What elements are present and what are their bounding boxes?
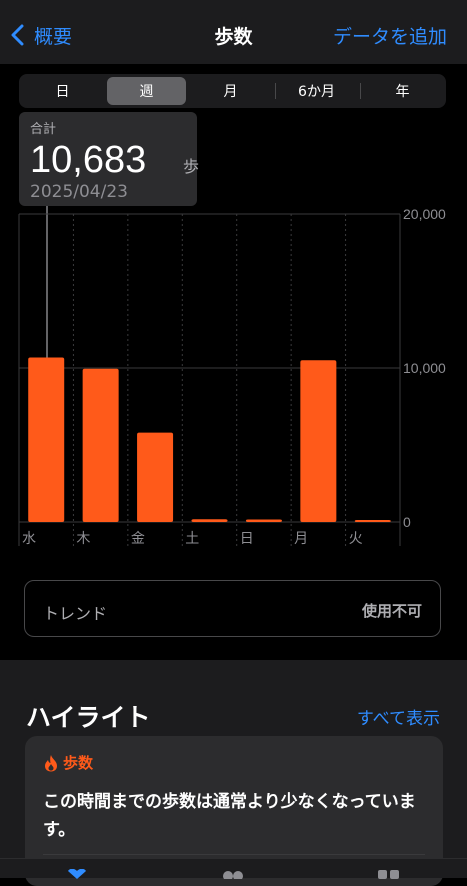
- highlights-title: ハイライト: [26, 703, 151, 732]
- segment-week[interactable]: 週: [107, 77, 186, 105]
- selection-unit: 歩: [183, 157, 200, 176]
- x-tick-label: 土: [185, 531, 199, 547]
- flame-icon: [45, 754, 57, 771]
- chart-bar: [191, 519, 228, 522]
- tab-bar: [0, 858, 467, 879]
- show-all-link[interactable]: すべて表示: [357, 704, 440, 729]
- trend-row[interactable]: トレンド 使用不可: [24, 580, 441, 637]
- period-segmented-control: 日 週 月 6か月 年: [19, 74, 446, 108]
- chart-bar: [28, 357, 65, 522]
- segment-year[interactable]: 年: [363, 77, 442, 105]
- selection-label: 合計: [30, 122, 57, 137]
- y-tick-label: 10,000: [403, 360, 446, 376]
- segment-divider: [275, 83, 276, 99]
- selection-value: 10,683: [30, 139, 147, 181]
- x-tick-label: 木: [76, 531, 90, 547]
- highlights-section: ハイライト すべて表示 歩数 この時間までの歩数は通常より少なくなっています。: [0, 660, 467, 886]
- trend-label: トレンド: [43, 604, 108, 623]
- x-tick-label: 火: [349, 531, 363, 547]
- x-tick-label: 水: [22, 531, 36, 547]
- add-data-button[interactable]: データを追加: [333, 22, 447, 49]
- y-tick-label: 0: [403, 514, 411, 530]
- segment-6months[interactable]: 6か月: [277, 77, 356, 105]
- chart-bar: [82, 368, 119, 522]
- highlight-text: この時間までの歩数は通常より少なくなっています。: [43, 792, 416, 840]
- y-tick-label: 20,000: [403, 206, 446, 222]
- chart-bar: [245, 519, 282, 522]
- selection-date: 2025/04/23: [30, 182, 128, 202]
- segment-divider: [360, 83, 361, 99]
- browse-icon[interactable]: [376, 869, 402, 879]
- x-tick-label: 月: [294, 531, 308, 547]
- chart-bar: [137, 432, 174, 522]
- trend-status: 使用不可: [361, 602, 422, 620]
- card-divider: [43, 854, 425, 855]
- x-tick-label: 日: [240, 531, 254, 547]
- segment-day[interactable]: 日: [23, 77, 102, 105]
- highlight-category: 歩数: [63, 754, 94, 772]
- sharing-icon[interactable]: [219, 869, 247, 879]
- segment-month[interactable]: 月: [191, 77, 270, 105]
- navigation-bar: 概要 歩数 データを追加: [0, 0, 467, 64]
- chart-bar: [300, 360, 337, 522]
- steps-bar-chart[interactable]: 20,000 10,000 0 水 木 金 土 日 月 火: [0, 200, 467, 560]
- heart-icon[interactable]: [64, 869, 90, 879]
- selection-callout: 合計 10,683 歩 2025/04/23: [19, 112, 200, 206]
- chart-bar: [354, 520, 391, 522]
- highlight-card-header: 歩数: [43, 752, 93, 773]
- x-tick-label: 金: [131, 531, 145, 547]
